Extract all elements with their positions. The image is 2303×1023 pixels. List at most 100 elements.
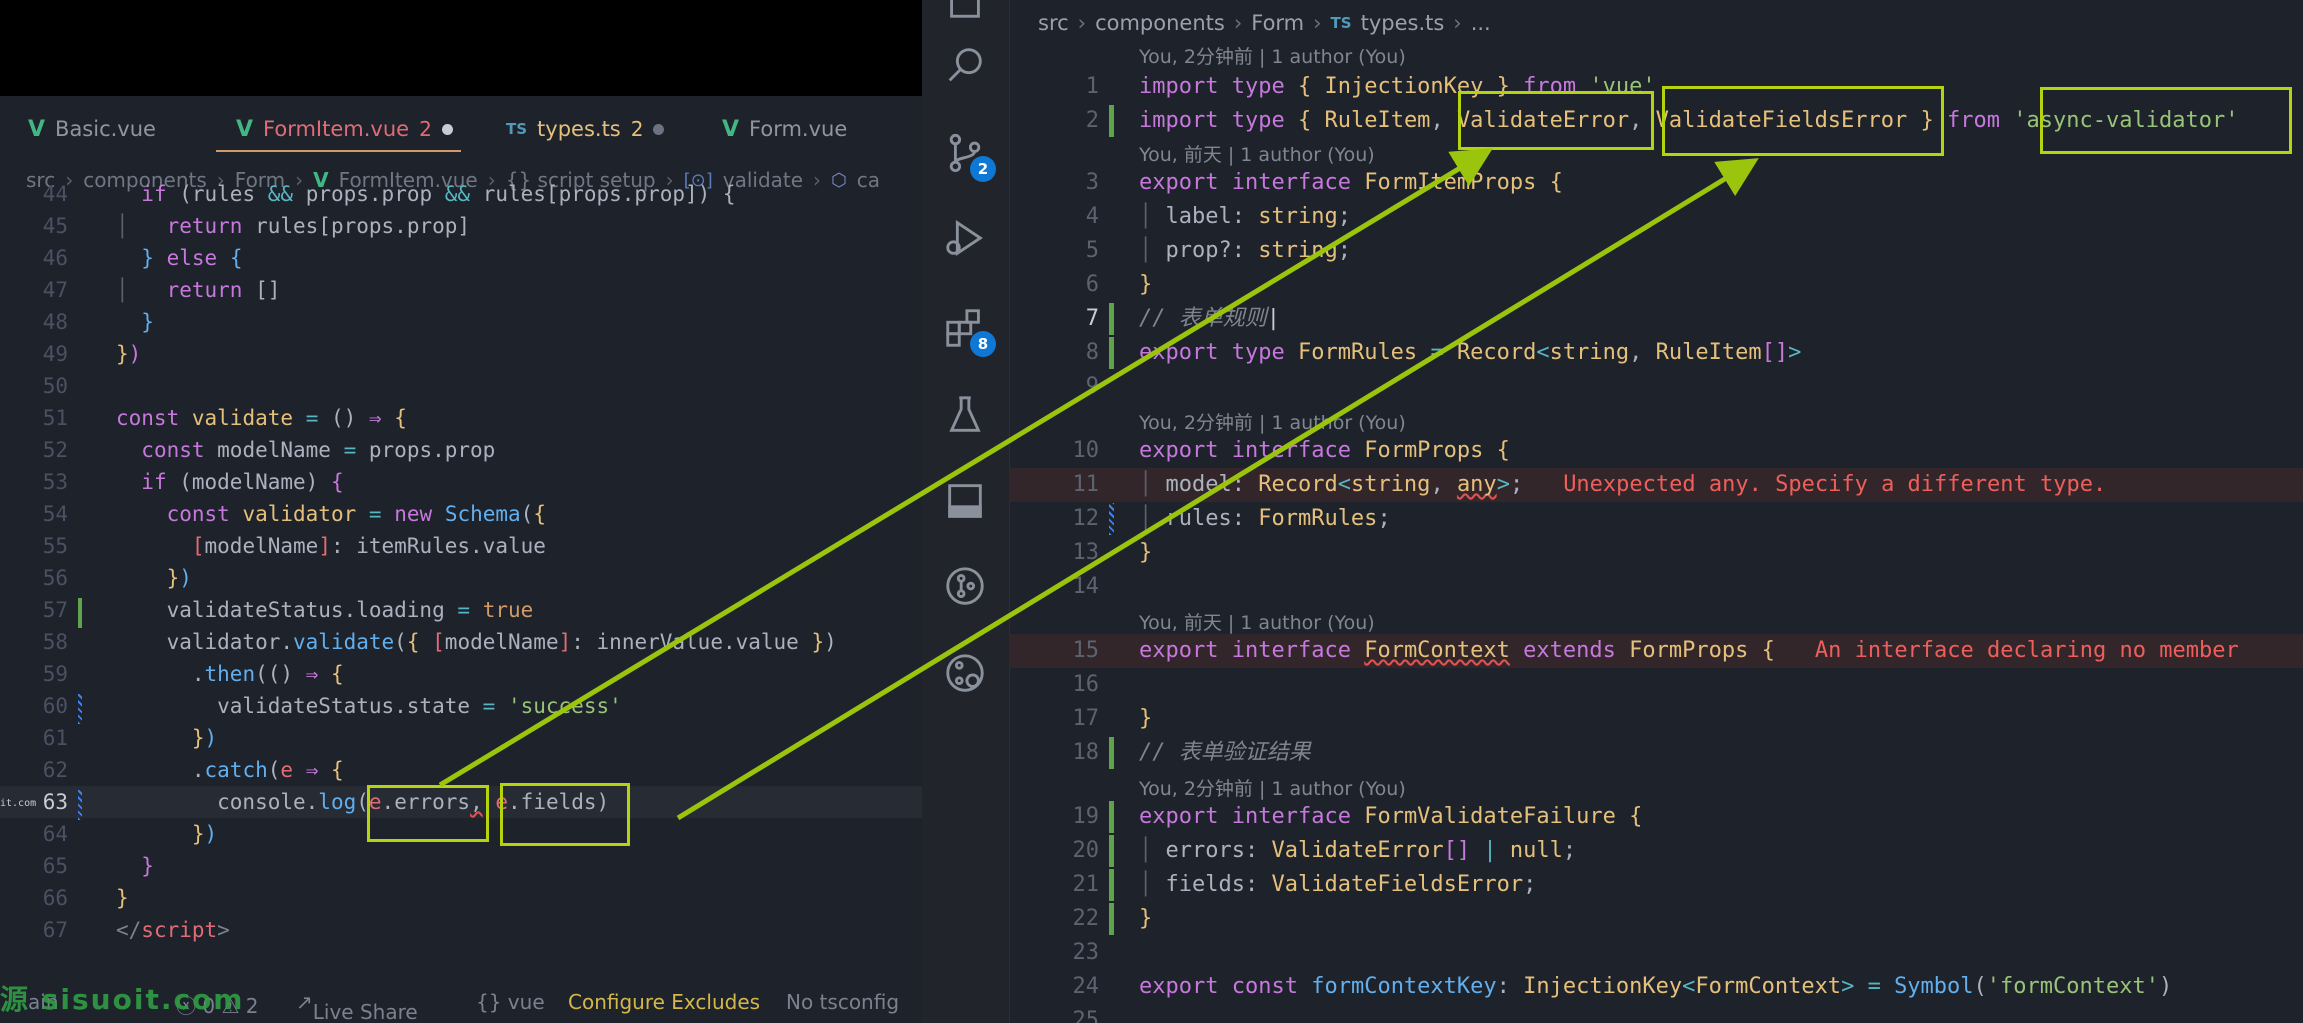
codelens-blame[interactable]: You, 2分钟前 | 1 author (You) — [1139, 42, 1406, 68]
git-added-gutter — [1109, 337, 1114, 369]
configure-excludes-button[interactable]: Configure Excludes — [568, 990, 760, 1014]
git-added-gutter — [1109, 869, 1114, 901]
tab-label: Form.vue — [749, 117, 848, 141]
run-debug-icon[interactable] — [942, 215, 988, 261]
right-editor: 2 8 src › components › Form › TS types.ts › … — [922, 0, 2303, 1023]
status-tsconfig[interactable]: No tsconfig — [786, 990, 899, 1014]
code-line-error: 11 │ model: Record<string, any>; Unexpecte… — [1009, 468, 2303, 502]
code-line: 16 — [1072, 672, 1100, 697]
code-line: 65 } — [42, 854, 154, 878]
tab-formitem-vue[interactable]: V FormItem.vue 2 — [216, 96, 461, 162]
explorer-icon[interactable] — [942, 0, 988, 22]
git-added-gutter — [1109, 801, 1114, 833]
code-line: 57 validateStatus.loading = true — [42, 598, 534, 622]
left-code-area[interactable]: 44 if (rules && props.prop && rules[prop… — [0, 182, 922, 968]
live-share-label: Live Share — [312, 1000, 418, 1023]
left-editor: V Basic.vue V FormItem.vue 2 TS types.ts… — [0, 0, 922, 1023]
git-modified-gutter — [78, 790, 82, 820]
code-line: 1 import type { InjectionKey } from 'vue' — [1085, 74, 1656, 99]
inline-diagnostic: Unexpected any. Specify a different type… — [1563, 472, 2107, 497]
code-line: 45 │ return rules[props.prop] — [42, 214, 471, 238]
code-line: 51 const validate = () ⇒ { — [42, 406, 407, 430]
tab-label: types.ts — [537, 117, 621, 141]
source-control-icon[interactable]: 2 — [942, 130, 996, 182]
code-line: 60 validateStatus.state = 'success' — [42, 694, 622, 718]
breadcrumb-item[interactable]: components — [1095, 11, 1225, 35]
code-line: 49}) — [42, 342, 142, 366]
git-added-gutter — [78, 598, 82, 628]
code-line: 59 .then(() ⇒ { — [42, 662, 344, 686]
code-line: 56 }) — [42, 566, 192, 590]
tab-problem-count: 2 — [630, 117, 644, 141]
code-line: 8 export type FormRules = Record<string, … — [1085, 340, 1802, 365]
code-line: 61 }) — [42, 726, 218, 750]
extensions-icon[interactable]: 8 — [942, 305, 996, 357]
tab-problem-count: 2 — [419, 117, 432, 141]
git-modified-gutter — [1109, 503, 1114, 535]
breadcrumb-item[interactable]: src — [1038, 11, 1069, 35]
code-line: 53 if (modelName) { — [42, 470, 344, 494]
watermark-fragment: it.com — [0, 798, 37, 809]
code-line: 5 │ prop?: string; — [1085, 238, 1351, 263]
tab-label: Basic.vue — [55, 117, 156, 141]
code-line: 18// 表单验证结果 — [1072, 740, 1311, 765]
git-added-gutter — [1109, 303, 1114, 335]
code-line: 25 — [1072, 1008, 1100, 1023]
code-line-error: 15 export interface FormContext extends F… — [1009, 634, 2303, 668]
codelens-blame[interactable]: You, 2分钟前 | 1 author (You) — [1139, 408, 1406, 434]
code-line: 3 export interface FormItemProps { — [1085, 170, 1563, 195]
left-tab-bar: V Basic.vue V FormItem.vue 2 TS types.ts… — [0, 96, 922, 163]
code-line: 19 export interface FormValidateFailure { — [1072, 804, 1643, 829]
code-line: 21 │ fields: ValidateFieldsError; — [1072, 872, 1537, 897]
unsaved-dot-icon[interactable] — [441, 123, 453, 135]
code-line: 6} — [1085, 272, 1153, 297]
code-line: 7// 表单规则| — [1085, 306, 1280, 331]
code-line: 22} — [1072, 906, 1153, 931]
tab-form-vue[interactable]: V Form.vue — [722, 96, 847, 162]
vue-icon: V — [722, 116, 740, 142]
codelens-blame[interactable]: You, 前天 | 1 author (You) — [1139, 140, 1375, 166]
code-line: 50 — [42, 374, 68, 398]
status-language[interactable]: {} vue — [476, 990, 545, 1014]
breadcrumb-item[interactable]: ... — [1471, 11, 1491, 35]
testing-flask-icon[interactable] — [942, 392, 988, 438]
git-graph-icon[interactable] — [942, 563, 988, 609]
codelens-blame[interactable]: You, 前天 | 1 author (You) — [1139, 608, 1375, 634]
unsaved-dot-icon[interactable] — [653, 123, 665, 135]
remote-explorer-icon[interactable] — [942, 478, 988, 524]
ts-icon: TS — [506, 120, 528, 138]
activity-bar: 2 8 — [922, 0, 1010, 1023]
code-line: 48 } — [42, 310, 154, 334]
codelens-blame[interactable]: You, 2分钟前 | 1 author (You) — [1139, 774, 1406, 800]
code-line: 2 import type { RuleItem, ValidateError, … — [1085, 108, 2239, 133]
search-icon[interactable] — [942, 42, 988, 88]
git-added-gutter — [1109, 737, 1114, 769]
code-line: 54 const validator = new Schema({ — [42, 502, 546, 526]
right-code-area[interactable]: You, 2分钟前 | 1 author (You) 1 import type … — [1009, 40, 2303, 1023]
code-line: 58 validator.validate({ [modelName]: inn… — [42, 630, 837, 654]
code-line: 14 — [1072, 574, 1100, 599]
tab-label: FormItem.vue — [263, 117, 410, 141]
live-share-button[interactable]: ↗ Live Share — [296, 990, 418, 1023]
git-added-gutter — [1109, 835, 1114, 867]
code-line: 62 .catch(e ⇒ { — [42, 758, 344, 782]
breadcrumb-item[interactable]: types.ts — [1361, 11, 1445, 35]
extensions-badge: 8 — [970, 331, 996, 357]
watermark: 源 sisuoit.com — [0, 983, 245, 1016]
scm-badge: 2 — [970, 156, 996, 182]
code-line: 64 }) — [42, 822, 218, 846]
tab-types-ts[interactable]: TS types.ts 2 — [506, 96, 665, 162]
code-line: 9 — [1085, 374, 1099, 399]
code-line: 55 [modelName]: itemRules.value — [42, 534, 546, 558]
code-line: 23 — [1072, 940, 1100, 965]
gitlens-icon[interactable] — [942, 650, 988, 696]
code-line: 13} — [1072, 540, 1153, 565]
breadcrumb: src › components › Form › TS types.ts › ... — [1038, 11, 1491, 35]
tab-basic-vue[interactable]: V Basic.vue — [28, 96, 156, 162]
inline-diagnostic: An interface declaring no member — [1814, 638, 2239, 663]
breadcrumb-item[interactable]: Form — [1251, 11, 1304, 35]
code-line: 66} — [42, 886, 129, 910]
vue-icon: V — [236, 116, 254, 142]
code-line: 46 } else { — [42, 246, 243, 270]
code-line: 44 if (rules && props.prop && rules[prop… — [42, 182, 736, 206]
